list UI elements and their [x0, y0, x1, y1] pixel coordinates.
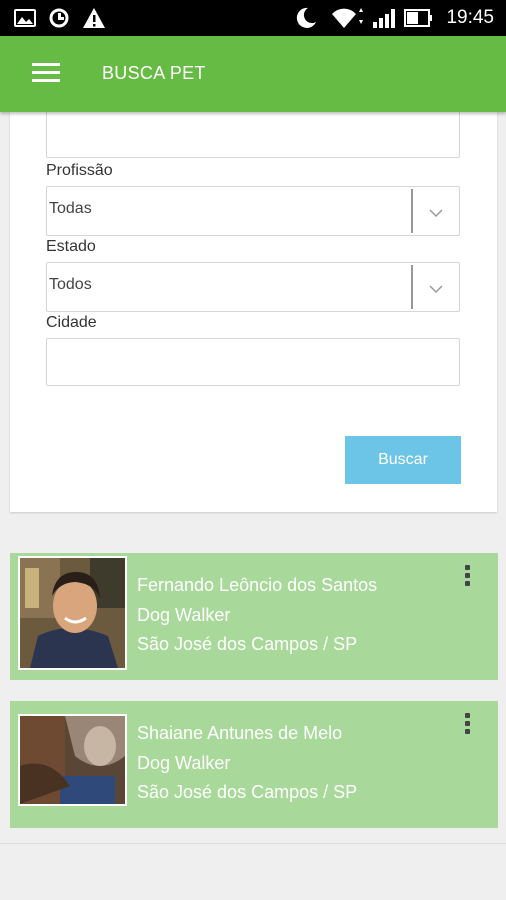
profissao-value: Todas	[49, 200, 92, 217]
chevron-down-icon	[429, 205, 443, 218]
more-vert-icon[interactable]	[462, 713, 474, 739]
sync-icon	[48, 6, 70, 30]
result-name: Shaiane Antunes de Melo	[137, 723, 343, 743]
avatar	[18, 714, 127, 806]
result-location: São José dos Campos / SP	[137, 782, 358, 802]
select-divider	[411, 265, 413, 309]
warning-icon	[82, 6, 106, 30]
result-name: Fernando Leôncio dos Santos	[137, 575, 378, 595]
result-profession: Dog Walker	[137, 753, 231, 773]
app-bar: BUSCA PET	[0, 36, 506, 112]
result-card[interactable]: Shaiane Antunes de Melo Dog Walker São J…	[10, 701, 498, 828]
estado-label: Estado	[46, 238, 96, 255]
menu-button[interactable]	[28, 60, 64, 88]
estado-select[interactable]: Todos	[46, 262, 460, 312]
profissao-select[interactable]: Todas	[46, 186, 460, 236]
cidade-label: Cidade	[46, 314, 97, 331]
status-time: 19:45	[446, 7, 494, 28]
search-button[interactable]: Buscar	[345, 436, 461, 484]
wifi-icon	[330, 6, 364, 30]
result-location: São José dos Campos / SP	[137, 634, 358, 654]
battery-icon	[404, 6, 434, 30]
result-profession: Dog Walker	[137, 605, 231, 625]
name-field[interactable]	[46, 106, 460, 158]
result-card[interactable]: Fernando Leôncio dos Santos Dog Walker S…	[10, 553, 498, 680]
moon-icon	[294, 6, 318, 30]
avatar	[18, 556, 127, 670]
app-title: BUSCA PET	[102, 63, 206, 83]
cidade-input[interactable]	[46, 338, 460, 386]
image-icon	[14, 6, 36, 30]
chevron-down-icon	[429, 281, 443, 294]
status-bar: 19:45	[0, 0, 506, 36]
search-form: Profissão Todas Estado Todos Cidade Busc…	[10, 106, 497, 512]
more-vert-icon[interactable]	[462, 565, 474, 591]
divider	[0, 843, 506, 844]
profissao-label: Profissão	[46, 162, 113, 179]
signal-icon	[372, 6, 398, 30]
select-divider	[411, 189, 413, 233]
estado-value: Todos	[49, 276, 92, 293]
